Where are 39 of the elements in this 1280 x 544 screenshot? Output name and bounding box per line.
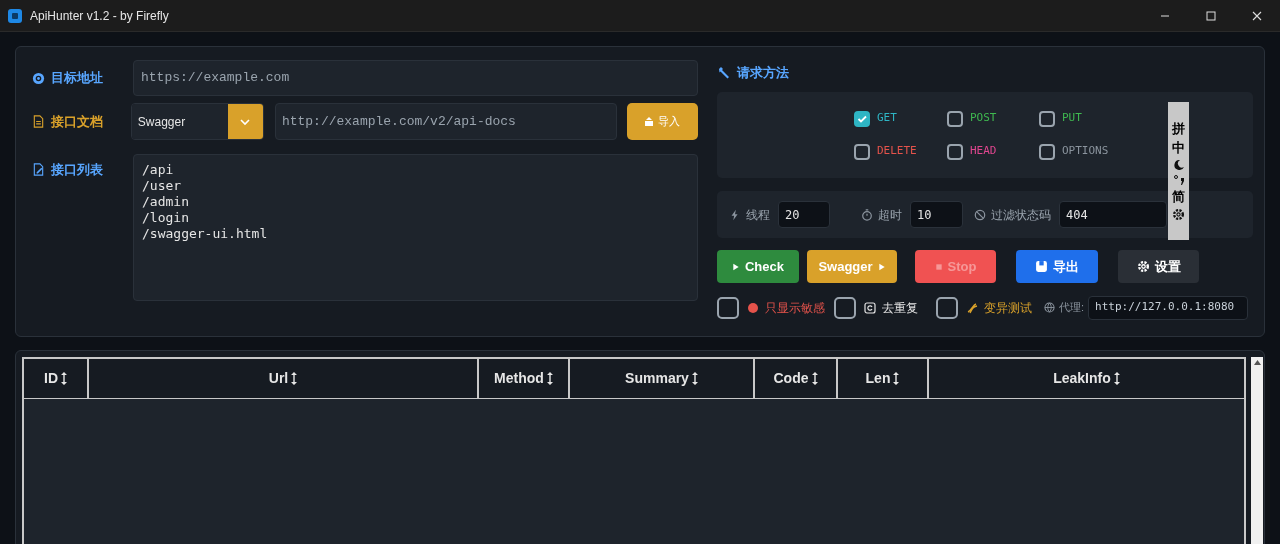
- field-label: 目标地址: [51, 69, 103, 88]
- option-checkbox[interactable]: 去重复: [834, 296, 918, 319]
- settings-button[interactable]: 设置: [1118, 250, 1199, 283]
- proxy-field[interactable]: http://127.0.0.1:8080: [1088, 295, 1249, 320]
- export-button[interactable]: 导出: [1016, 250, 1098, 283]
- param-label: 线程: [746, 206, 770, 224]
- param-field[interactable]: 404: [1059, 201, 1167, 228]
- method-checkbox[interactable]: GET: [854, 108, 947, 129]
- endpoint-list-field[interactable]: /api /user /admin /login /swagger-ui.html: [133, 154, 698, 301]
- column-header[interactable]: ID: [24, 359, 89, 398]
- column-header[interactable]: Summary: [570, 359, 755, 398]
- doc-type-dropdown[interactable]: Swagger: [130, 103, 264, 140]
- method-checkbox[interactable]: POST: [947, 108, 1039, 129]
- param-label: 过滤状态码: [991, 206, 1051, 224]
- method-checkbox[interactable]: OPTIONS: [1039, 141, 1159, 162]
- param-field[interactable]: 20: [778, 201, 830, 228]
- method-checkbox[interactable]: HEAD: [947, 141, 1039, 162]
- check-button[interactable]: Check: [717, 250, 799, 283]
- proxy-label: 代理:: [1059, 300, 1085, 316]
- url-field[interactable]: https://example.com: [133, 60, 698, 96]
- column-header[interactable]: Url: [89, 359, 479, 398]
- ime-button[interactable]: 中: [1172, 140, 1185, 156]
- param-label: 超时: [878, 206, 902, 224]
- doc-url-field[interactable]: http://example.com/v2/api-docs: [274, 103, 617, 140]
- field-label: 接口列表: [51, 161, 103, 179]
- column-header[interactable]: Len: [838, 359, 929, 398]
- column-header[interactable]: Code: [755, 359, 838, 398]
- window-title: ApiHunter v1.2 - by Firefly: [30, 7, 169, 25]
- field-label: 接口文档: [51, 112, 103, 131]
- param-field[interactable]: 10: [910, 201, 963, 228]
- section-title: 请求方法: [737, 64, 789, 83]
- method-checkbox[interactable]: DELETE: [854, 141, 947, 162]
- option-checkbox[interactable]: 只显示敏感: [717, 296, 825, 319]
- option-checkbox[interactable]: 变异测试: [936, 296, 1032, 319]
- column-header[interactable]: Method: [479, 359, 570, 398]
- column-header[interactable]: LeakInfo: [929, 359, 1244, 398]
- ime-button[interactable]: 拼: [1172, 121, 1185, 137]
- ime-button[interactable]: 简: [1172, 189, 1185, 205]
- method-checkbox[interactable]: PUT: [1039, 108, 1159, 129]
